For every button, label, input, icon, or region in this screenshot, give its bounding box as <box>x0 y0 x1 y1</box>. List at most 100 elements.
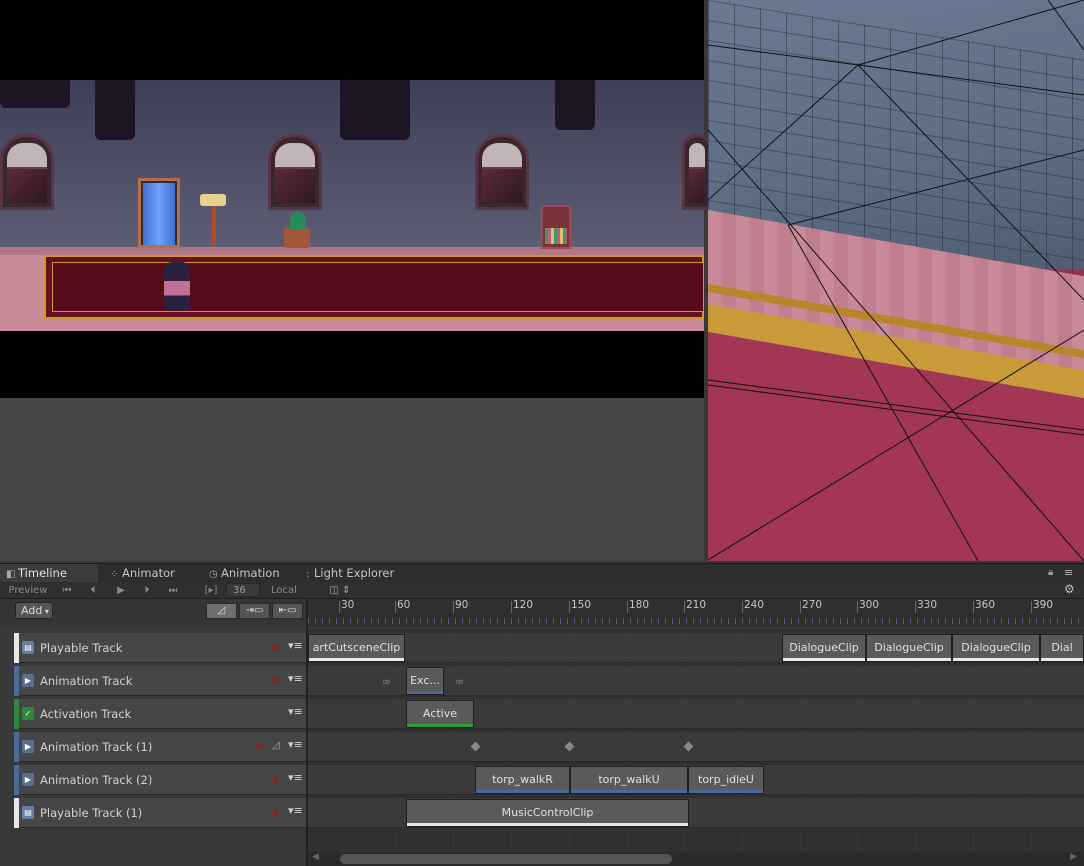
tab-animation[interactable]: ◷ Animation <box>203 564 286 583</box>
ruler-tick: 240 <box>744 599 765 611</box>
record-icon[interactable] <box>272 809 279 816</box>
clip-dialogue[interactable]: Dial <box>1040 634 1084 662</box>
track-menu-icon[interactable]: ▾≡ <box>288 738 303 751</box>
tab-light-explorer[interactable]: : Light Explorer <box>300 564 400 583</box>
track-color-bar <box>14 765 19 795</box>
lock-icon[interactable]: 🔒︎ <box>1048 567 1053 578</box>
track-color-bar <box>14 732 19 762</box>
marker-in-icon: ⇥▭ <box>245 605 264 616</box>
ruler-tick: 30 <box>341 599 355 611</box>
play-icon[interactable]: ▶ <box>112 582 130 599</box>
track-lane-animation-1[interactable] <box>308 732 1084 762</box>
track-header-playable[interactable]: ▤ Playable Track ▾≡ <box>14 633 306 663</box>
window <box>268 134 322 210</box>
record-icon[interactable] <box>256 743 263 750</box>
track-header-list: ▤ Playable Track ▾≡ ▶ Animation Track ▾≡… <box>0 629 306 866</box>
scroll-left-icon[interactable]: ◀ <box>312 852 319 862</box>
clip-torp-walk-u[interactable]: torp_walkU <box>570 766 688 794</box>
track-header-animation[interactable]: ▶ Animation Track ▾≡ <box>14 666 306 696</box>
track-header-animation-2[interactable]: ▶ Animation Track (2) ▾≡ <box>14 765 306 795</box>
side-table <box>284 228 310 248</box>
tab-timeline[interactable]: ◧ Timeline <box>0 564 98 583</box>
track-header-activation[interactable]: ✓ Activation Track ▾≡ <box>14 699 306 729</box>
clip-dialogue[interactable]: DialogueClip <box>866 634 952 662</box>
track-menu-icon[interactable]: ▾≡ <box>288 804 303 817</box>
preview-button[interactable]: Preview <box>4 582 52 599</box>
clip-dialogue[interactable]: DialogueClip <box>782 634 866 662</box>
track-color-bar <box>14 699 19 729</box>
tab-animator[interactable]: ⁘ Animator <box>104 564 181 583</box>
ceiling-drip <box>340 80 410 140</box>
carpet-inner <box>52 262 704 312</box>
clip-exc[interactable]: Exc... <box>406 667 444 695</box>
clip-active[interactable]: Active <box>406 700 474 728</box>
playable-icon: ▤ <box>22 641 34 654</box>
ruler-tick: 90 <box>455 599 469 611</box>
gear-icon[interactable]: ⚙ <box>1064 582 1075 596</box>
menu-icon[interactable]: ≡ <box>1064 566 1073 579</box>
dropdown-icon: ▾ <box>42 607 49 616</box>
add-track-button[interactable]: Add ▾ <box>15 602 53 619</box>
animation-icon: ▶ <box>22 674 34 687</box>
ruler-tick: 120 <box>513 599 534 611</box>
track-header-animation-1[interactable]: ▶ Animation Track (1) ◿ ▾≡ <box>14 732 306 762</box>
play-range-icon[interactable]: [▸] <box>200 582 222 599</box>
ceiling-drip <box>555 80 595 130</box>
ruler-tick: 300 <box>859 599 880 611</box>
player-character <box>164 262 190 310</box>
door-panel <box>143 183 175 245</box>
track-color-bar <box>14 666 19 696</box>
window <box>0 134 54 210</box>
ceiling-drip <box>95 80 135 140</box>
scroll-right-icon[interactable]: ▶ <box>1070 852 1077 862</box>
markers-toggle-button[interactable]: ⇥▭ <box>239 603 270 619</box>
record-icon[interactable] <box>272 677 279 684</box>
lamp <box>212 200 216 246</box>
frame-field[interactable]: 36 <box>226 583 260 597</box>
track-menu-icon[interactable]: ▾≡ <box>288 639 303 652</box>
ruler-tick: 60 <box>397 599 411 611</box>
ruler-tick: 210 <box>686 599 707 611</box>
editor-tab-bar: ◧ Timeline ⁘ Animator ◷ Animation : Light Ex… <box>0 563 1084 583</box>
marker-out-icon: ⇤▭ <box>278 605 297 616</box>
ceiling-drip <box>0 80 70 108</box>
lamp-shade <box>200 194 226 206</box>
previous-frame-icon[interactable]: ⏴ <box>84 582 102 599</box>
ruler-frame-markers <box>308 618 1084 624</box>
playable-icon: ▤ <box>22 806 34 819</box>
clip-start-cutscene[interactable]: artCutsceneClip <box>308 634 405 662</box>
record-icon[interactable] <box>272 776 279 783</box>
next-frame-icon[interactable]: ⏵ <box>138 582 156 599</box>
clip-music-control[interactable]: MusicControlClip <box>406 799 689 827</box>
animation-icon: ▶ <box>22 740 34 753</box>
plant <box>290 212 306 230</box>
track-menu-icon[interactable]: ▾≡ <box>288 672 303 685</box>
clip-dialogue[interactable]: DialogueClip <box>952 634 1040 662</box>
first-frame-icon[interactable]: ⏮ <box>58 582 76 599</box>
ruler-tick: 330 <box>917 599 938 611</box>
game-view <box>0 0 712 561</box>
curve-icon[interactable]: ◿ <box>272 740 280 751</box>
ruler-tick: 150 <box>571 599 592 611</box>
activation-check-icon: ✓ <box>22 707 34 720</box>
books <box>545 228 567 244</box>
space-toggle[interactable]: Local <box>264 582 304 599</box>
scene-wireframe <box>708 0 1084 561</box>
curves-toggle-button[interactable]: ◿ <box>206 603 237 619</box>
track-header-playable-1[interactable]: ▤ Playable Track (1) ▾≡ <box>14 798 306 828</box>
clip-torp-idle-u[interactable]: torp_idleU <box>688 766 764 794</box>
scrollbar-thumb[interactable] <box>340 854 672 864</box>
snap-toggle-button[interactable]: ⇤▭ <box>272 603 303 619</box>
track-menu-icon[interactable]: ▾≡ <box>288 705 303 718</box>
loop-icon: ∞ <box>382 675 392 688</box>
record-icon[interactable] <box>272 644 279 651</box>
scene-view[interactable] <box>708 0 1084 561</box>
last-frame-icon[interactable]: ⏭ <box>164 582 182 599</box>
floor-edge <box>0 247 704 255</box>
clip-torp-walk-r[interactable]: torp_walkR <box>475 766 570 794</box>
ruler-tick: 390 <box>1033 599 1054 611</box>
track-menu-icon[interactable]: ▾≡ <box>288 771 303 784</box>
ruler-tick: 360 <box>975 599 996 611</box>
view-dropdown-icon[interactable]: ◫ ⇕ <box>326 582 354 599</box>
track-color-bar <box>14 633 19 663</box>
